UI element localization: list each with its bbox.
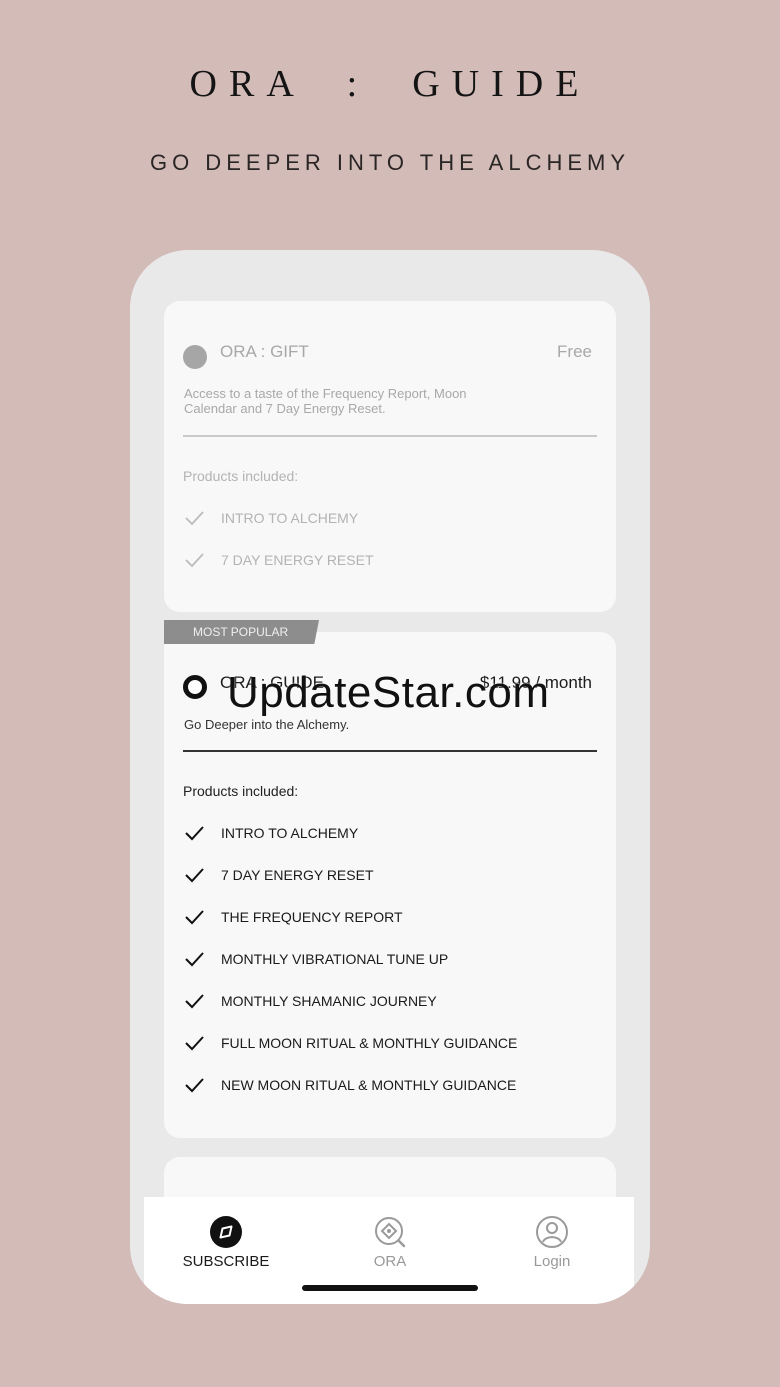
product-item: INTRO TO ALCHEMY (183, 812, 517, 854)
check-icon (185, 553, 204, 568)
plan-price: Free (557, 342, 592, 361)
check-icon (185, 826, 204, 841)
check-icon (185, 994, 204, 1009)
product-list: INTRO TO ALCHEMY 7 DAY ENERGY RESET THE … (183, 812, 517, 1106)
most-popular-badge: MOST POPULAR (164, 620, 319, 644)
product-item-label: THE FREQUENCY REPORT (221, 909, 403, 925)
product-item-label: INTRO TO ALCHEMY (221, 825, 359, 841)
plan-name: ORA : GIFT (220, 342, 309, 361)
product-item: NEW MOON RITUAL & MONTHLY GUIDANCE (183, 1064, 517, 1106)
product-item-label: FULL MOON RITUAL & MONTHLY GUIDANCE (221, 1035, 518, 1051)
tab-ora[interactable]: ORA (330, 1215, 450, 1270)
tab-subscribe[interactable]: SUBSCRIBE (166, 1215, 286, 1270)
product-item: MONTHLY VIBRATIONAL TUNE UP (183, 938, 517, 980)
product-item-label: MONTHLY SHAMANIC JOURNEY (221, 993, 437, 1009)
compass-icon (210, 1216, 242, 1248)
product-item: 7 DAY ENERGY RESET (183, 854, 517, 896)
app-title: ORA : GUIDE (189, 63, 591, 105)
check-icon (185, 868, 204, 883)
product-item-label: NEW MOON RITUAL & MONTHLY GUIDANCE (221, 1077, 517, 1093)
check-icon (185, 511, 204, 526)
product-item: MONTHLY SHAMANIC JOURNEY (183, 980, 517, 1022)
product-item-label: 7 DAY ENERGY RESET (221, 867, 374, 883)
check-icon (185, 1036, 204, 1051)
plan-description: Go Deeper into the Alchemy. (184, 717, 350, 732)
watermark-text: UpdateStar.com (227, 668, 550, 717)
tab-label: Login (533, 1253, 571, 1270)
product-item-label: 7 DAY ENERGY RESET (221, 552, 374, 568)
check-icon (185, 910, 204, 925)
user-icon (536, 1216, 568, 1248)
tab-login[interactable]: Login (492, 1215, 612, 1270)
plan-radio-guide[interactable] (183, 675, 207, 699)
products-heading: Products included: (183, 468, 299, 484)
product-item: THE FREQUENCY REPORT (183, 896, 517, 938)
divider (183, 750, 597, 752)
divider (183, 435, 597, 437)
check-icon (185, 952, 204, 967)
plan-card-gift[interactable]: ORA : GIFT Free Access to a taste of the… (164, 301, 616, 612)
home-indicator (302, 1285, 478, 1291)
product-item-label: MONTHLY VIBRATIONAL TUNE UP (221, 951, 449, 967)
product-item: FULL MOON RITUAL & MONTHLY GUIDANCE (183, 1022, 517, 1064)
product-list: INTRO TO ALCHEMY 7 DAY ENERGY RESET (183, 497, 374, 581)
phone-frame: ORA : GIFT Free Access to a taste of the… (130, 250, 650, 1304)
plan-description: Access to a taste of the Frequency Repor… (184, 386, 467, 416)
app-subtitle: GO DEEPER INTO THE ALCHEMY (149, 150, 631, 175)
check-icon (185, 1078, 204, 1093)
tab-label: SUBSCRIBE (182, 1253, 270, 1270)
plan-radio-gift[interactable] (183, 345, 207, 369)
product-item: 7 DAY ENERGY RESET (183, 539, 374, 581)
product-item-label: INTRO TO ALCHEMY (221, 510, 359, 526)
tab-label: ORA (373, 1253, 407, 1270)
diamond-search-icon (375, 1217, 406, 1248)
product-item: INTRO TO ALCHEMY (183, 497, 374, 539)
products-heading: Products included: (183, 783, 299, 799)
